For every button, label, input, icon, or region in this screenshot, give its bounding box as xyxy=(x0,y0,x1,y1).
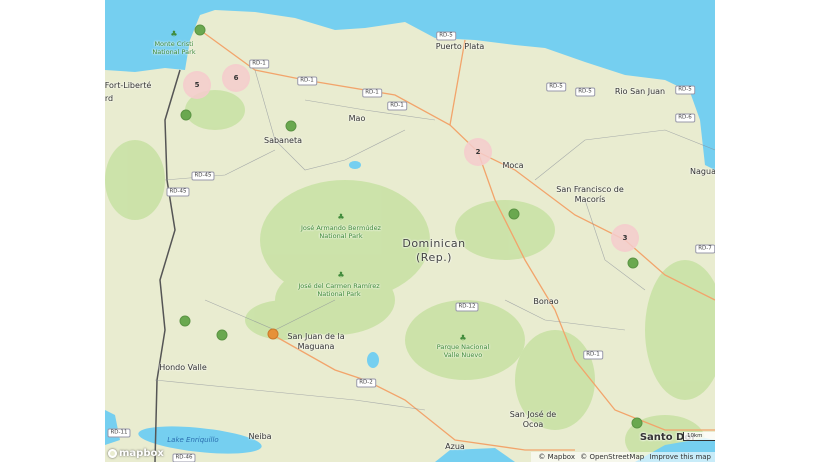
park-label: José Armando Bermúdez National Park xyxy=(301,224,381,240)
attribution-mapbox-link[interactable]: © Mapbox xyxy=(538,453,575,461)
map-marker[interactable] xyxy=(627,257,639,269)
marker-cluster[interactable]: 5 xyxy=(183,71,211,99)
lake-label: Lake Enriquillo xyxy=(167,436,219,444)
attribution: © Mapbox © OpenStreetMap Improve this ma… xyxy=(531,452,715,462)
road-shield: RD-5 xyxy=(575,87,595,97)
mapbox-logo[interactable]: mapbox xyxy=(108,448,164,459)
road-shield: RD-5 xyxy=(675,85,695,95)
place-label: rd xyxy=(105,94,114,103)
park-label: Monte Cristi National Park xyxy=(152,40,196,56)
road-shield: RD-11 xyxy=(107,428,131,438)
country-label: Dominican (Rep.) xyxy=(402,237,466,264)
map-marker[interactable] xyxy=(179,315,191,327)
map-canvas[interactable]: Puerto Plata Fort-Liberté rd Mao Sabanet… xyxy=(105,0,715,462)
road-shield: RD-2 xyxy=(356,378,376,388)
park-tree-icon: ♣ xyxy=(459,333,467,343)
mapbox-logo-icon xyxy=(108,449,117,458)
park-label: Parque Nacional Valle Nuevo xyxy=(436,343,490,359)
road-shield: RD-1 xyxy=(387,101,407,111)
mapbox-logo-text: mapbox xyxy=(119,448,164,459)
map-marker[interactable] xyxy=(631,417,643,429)
place-label: Hondo Valle xyxy=(159,363,207,372)
road-shield: RD-45 xyxy=(191,171,215,181)
road-shield: RD-7 xyxy=(695,244,715,254)
map-marker[interactable] xyxy=(180,109,192,121)
road-shield: RD-1 xyxy=(583,350,603,360)
park-tree-icon: ♣ xyxy=(337,212,345,222)
map-marker-highlighted[interactable] xyxy=(267,328,279,340)
road-shield: RD-6 xyxy=(675,113,695,123)
place-label: Fort-Liberté xyxy=(105,81,152,90)
map-marker[interactable] xyxy=(216,329,228,341)
road-shield: RD-1 xyxy=(249,59,269,69)
road-shield: RD-1 xyxy=(362,88,382,98)
place-label: San Francisco de Macorís xyxy=(556,185,624,204)
place-label: Neiba xyxy=(248,432,272,441)
improve-map-link[interactable]: Improve this map xyxy=(649,453,711,461)
road-shield: RD-45 xyxy=(166,187,190,197)
marker-cluster[interactable]: 3 xyxy=(611,224,639,252)
scale-bar: 10km xyxy=(683,432,715,441)
place-label: Mao xyxy=(348,114,366,123)
marker-cluster[interactable]: 2 xyxy=(464,138,492,166)
park-tree-icon: ♣ xyxy=(337,270,345,280)
road-shield: RD-5 xyxy=(546,82,566,92)
place-label: Bonao xyxy=(533,297,559,306)
place-label: San Juan de la Maguana xyxy=(287,332,345,351)
park-tree-icon: ♣ xyxy=(170,29,178,39)
place-label: San José de Ocoa xyxy=(509,410,557,429)
attribution-osm-link[interactable]: © OpenStreetMap xyxy=(580,453,644,461)
marker-cluster[interactable]: 6 xyxy=(222,64,250,92)
place-label: Azua xyxy=(445,442,465,451)
place-label: Moca xyxy=(502,161,524,170)
place-label: Rio San Juan xyxy=(614,87,666,96)
road-shield: RD-5 xyxy=(436,31,456,41)
place-label: Sabaneta xyxy=(264,136,302,145)
map-marker[interactable] xyxy=(194,24,206,36)
road-shield: RD-46 xyxy=(172,453,196,462)
road-shield: RD-1 xyxy=(297,76,317,86)
map-marker[interactable] xyxy=(508,208,520,220)
park-label: José del Carmen Ramírez National Park xyxy=(298,282,380,298)
place-label: Puerto Plata xyxy=(435,42,485,51)
map-marker[interactable] xyxy=(285,120,297,132)
place-label: Nagua xyxy=(690,167,715,176)
road-shield: RD-12 xyxy=(455,302,479,312)
